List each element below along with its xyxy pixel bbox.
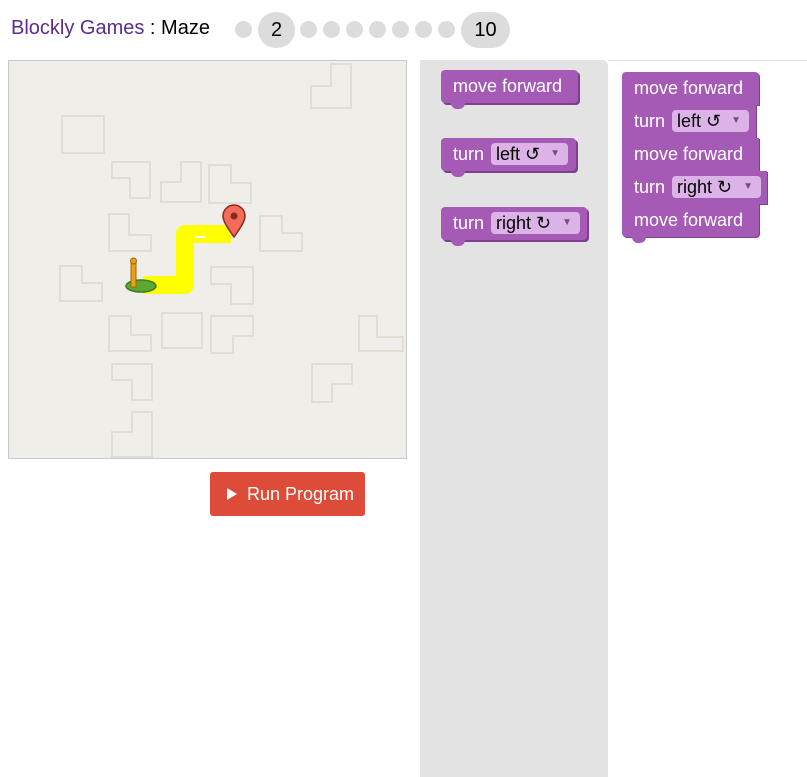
block-label: move forward [634,78,744,98]
dropdown-arrow-icon: ▼ [550,148,560,159]
title-separator: : [144,17,162,39]
direction-dropdown[interactable]: right ↻ ▼ [672,176,761,198]
header: Blockly Games : Maze 2 10 [0,0,807,60]
workspace-top-border [608,60,807,61]
run-program-button[interactable]: Run Program [210,472,365,516]
blockly-games-link[interactable]: Blockly Games [11,17,144,39]
game-name: Maze [161,17,210,39]
block-label: turn [634,177,666,197]
block-label: turn [634,111,666,131]
toolbox-turn-right-block[interactable]: turn right ↻ ▼ [441,207,587,246]
level-3-dot[interactable] [300,21,317,38]
dropdown-arrow-icon: ▼ [731,115,741,126]
level-6-dot[interactable] [369,21,386,38]
decor-tiles [59,63,404,458]
pegman-icon [130,262,137,288]
run-program-label: Run Program [247,484,355,504]
maze-svg [59,63,404,458]
maze-canvas [8,60,407,459]
block-label: move forward [634,210,744,230]
level-9-dot[interactable] [438,21,455,38]
dropdown-arrow-icon: ▼ [743,181,753,192]
maze-path [143,225,231,294]
dropdown-arrow-icon: ▼ [562,217,572,228]
workspace-move-forward-block-2[interactable]: move forward [622,138,759,171]
level-1-dot[interactable] [235,21,252,38]
direction-dropdown[interactable]: left ↺ ▼ [491,143,568,165]
toolbox-move-forward-block[interactable]: move forward [441,70,578,109]
workspace-move-forward-block-3[interactable]: move forward [622,204,759,243]
block-label: turn [453,213,485,233]
level-current[interactable]: 2 [258,12,295,48]
level-7-dot[interactable] [392,21,409,38]
toolbox-turn-left-block[interactable]: turn left ↺ ▼ [441,138,576,177]
workspace-turn-left-block[interactable]: turn left ↺ ▼ [622,105,756,138]
level-4-dot[interactable] [323,21,340,38]
block-label: move forward [634,144,744,164]
workspace-move-forward-block-1[interactable]: move forward [622,72,759,105]
direction-dropdown[interactable]: left ↺ ▼ [672,110,749,132]
page-title: Blockly Games : Maze [11,17,210,40]
block-label: turn [453,144,485,164]
play-icon [227,488,237,500]
level-8-dot[interactable] [415,21,432,38]
workspace-turn-right-block[interactable]: turn right ↻ ▼ [622,171,767,204]
block-label: move forward [453,76,563,96]
level-last[interactable]: 10 [461,12,510,48]
level-5-dot[interactable] [346,21,363,38]
direction-dropdown[interactable]: right ↻ ▼ [491,212,580,234]
